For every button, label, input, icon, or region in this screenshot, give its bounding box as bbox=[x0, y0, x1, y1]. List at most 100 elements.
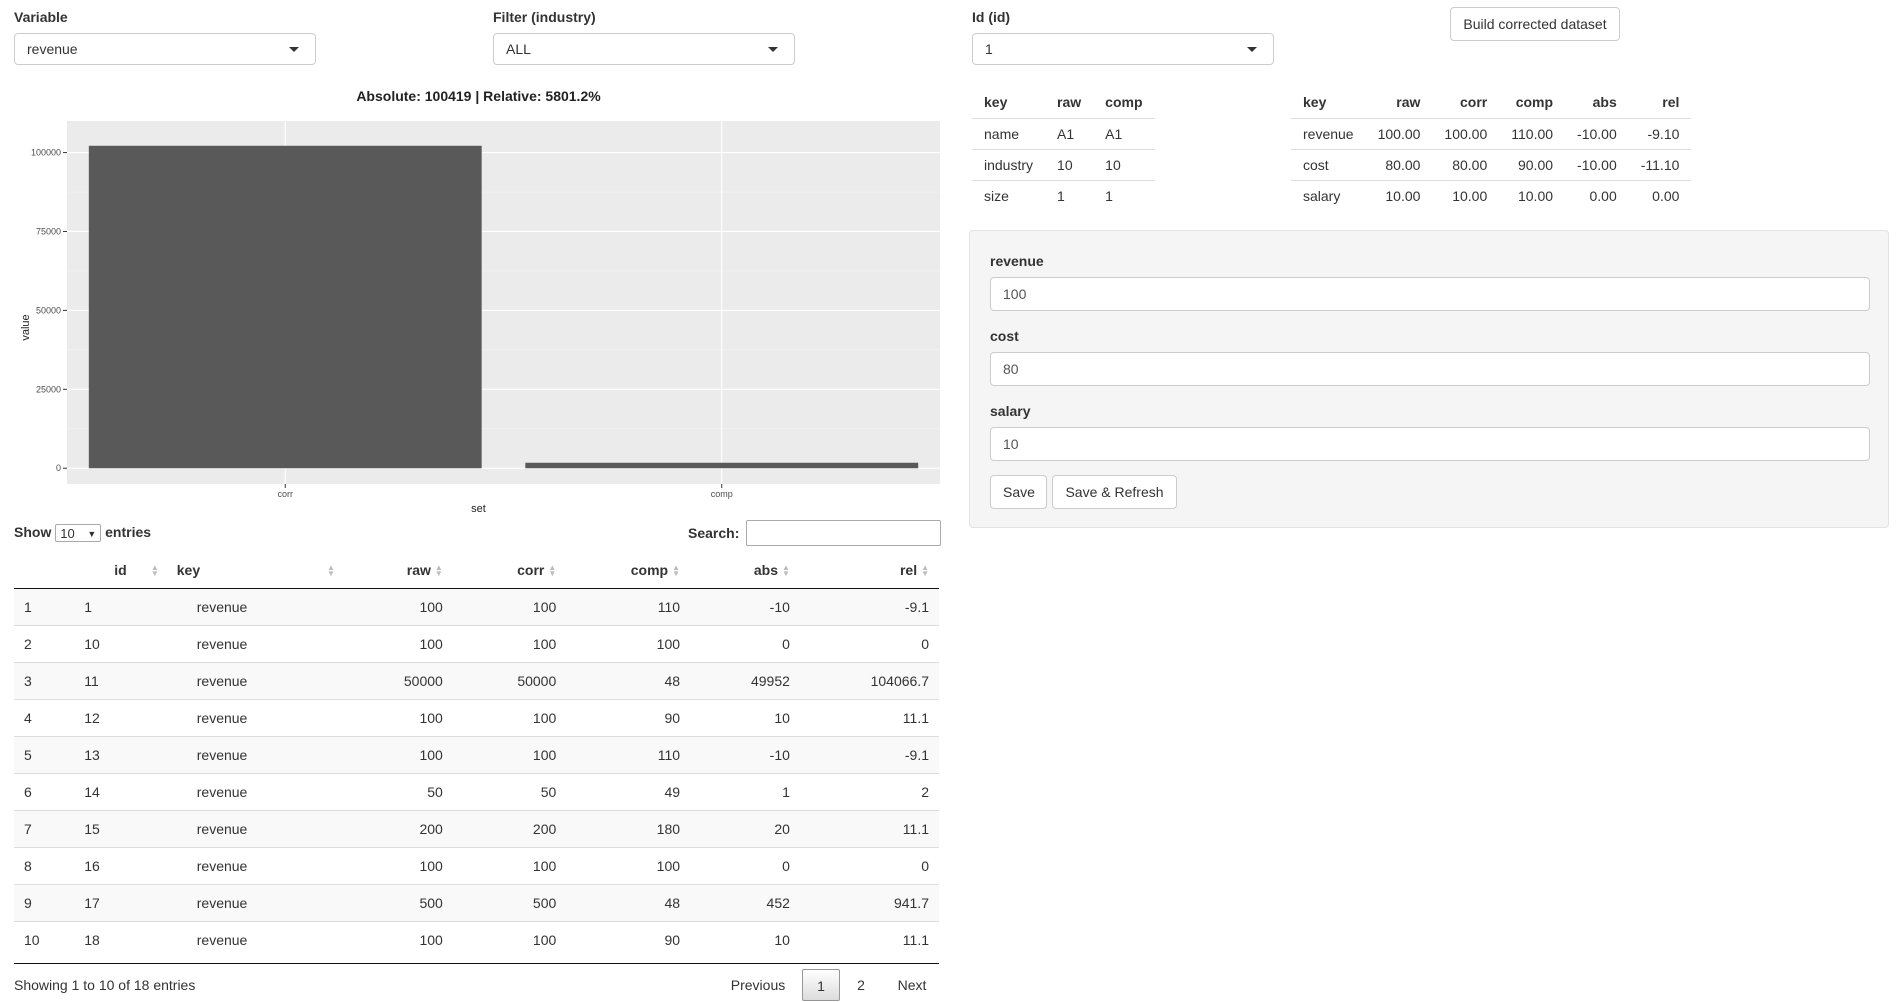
cost-input[interactable] bbox=[990, 352, 1870, 386]
variable-select[interactable]: revenue bbox=[14, 33, 316, 65]
table-cell: 100 bbox=[342, 921, 453, 958]
table-cell: 500 bbox=[452, 884, 567, 922]
meta-cell: A1 bbox=[1045, 118, 1094, 150]
value-cell: 80.00 bbox=[1432, 149, 1500, 181]
save-button[interactable]: Save bbox=[990, 475, 1047, 509]
caret-down-icon: ▼ bbox=[87, 529, 97, 540]
table-cell: 100 bbox=[342, 588, 453, 626]
table-row[interactable]: 10 18 revenue 100 100 90 10 11.1 bbox=[14, 921, 939, 958]
meta-cell: name bbox=[972, 118, 1046, 150]
table-cell: 100 bbox=[452, 625, 567, 663]
table-cell: 49 bbox=[566, 773, 691, 811]
sort-icon: ▲ ▼ bbox=[150, 563, 159, 578]
meta-cell: 10 bbox=[1093, 149, 1155, 181]
length-control: Show 10 ▼ entries bbox=[14, 522, 151, 543]
value-cell: -9.10 bbox=[1628, 118, 1692, 150]
table-cell: 7 bbox=[14, 810, 75, 848]
table-cell: 50000 bbox=[452, 662, 567, 700]
variable-label: Variable bbox=[14, 9, 68, 25]
value-cell: 10.00 bbox=[1499, 180, 1566, 211]
table-cell: 1 bbox=[690, 773, 800, 811]
table-row[interactable]: 9 17 revenue 500 500 48 452 941.7 bbox=[14, 884, 939, 922]
table-cell: 14 bbox=[74, 773, 167, 811]
show-label: Show bbox=[14, 524, 52, 540]
build-corrected-dataset-button[interactable]: Build corrected dataset bbox=[1450, 7, 1620, 41]
table-cell: 49952 bbox=[690, 662, 800, 700]
table-cell: 100 bbox=[452, 699, 567, 737]
value-header-abs: abs bbox=[1565, 86, 1629, 119]
bar-chart: Absolute: 100419 | Relative: 5801.2% 0 250… bbox=[0, 82, 955, 519]
table-row[interactable]: 5 13 revenue 100 100 110 -10 -9.1 bbox=[14, 736, 939, 774]
table-cell: revenue bbox=[166, 921, 343, 958]
column-header-id[interactable]: id ▲ ▼ bbox=[74, 552, 167, 589]
sort-icon: ▲ ▼ bbox=[781, 563, 790, 579]
chart-title: Absolute: 100419 | Relative: 5801.2% bbox=[356, 88, 601, 104]
entries-select[interactable]: 10 ▼ bbox=[55, 524, 102, 543]
table-row[interactable]: 6 14 revenue 50 50 49 1 2 bbox=[14, 773, 939, 811]
table-row[interactable]: 2 10 revenue 100 100 100 0 0 bbox=[14, 625, 939, 663]
table-cell: 50 bbox=[452, 773, 567, 811]
table-cell: 100 bbox=[566, 847, 691, 885]
table-cell: 17 bbox=[74, 884, 167, 922]
table-cell: 110 bbox=[566, 588, 691, 626]
table-cell: 0 bbox=[690, 847, 800, 885]
table-cell: 100 bbox=[342, 699, 453, 737]
table-cell: revenue bbox=[166, 736, 343, 774]
search-label: Search: bbox=[688, 525, 740, 541]
value-cell: 10.00 bbox=[1365, 180, 1433, 211]
entries-select-value: 10 bbox=[60, 526, 75, 542]
column-header-rel[interactable]: rel ▲ ▼ bbox=[799, 552, 939, 589]
column-header-comp[interactable]: comp ▲ ▼ bbox=[566, 552, 691, 589]
x-tick-label: comp bbox=[711, 489, 733, 499]
pager-next[interactable]: Next bbox=[885, 969, 939, 1001]
pager-previous[interactable]: Previous bbox=[720, 969, 796, 1001]
sort-icon: ▲ ▼ bbox=[548, 563, 557, 579]
column-header-abs[interactable]: abs ▲ ▼ bbox=[690, 552, 800, 589]
table-cell: 90 bbox=[566, 921, 691, 958]
table-row: cost 80.00 80.00 90.00 -10.00 -11.10 bbox=[1291, 149, 1692, 181]
table-cell: 11.1 bbox=[799, 810, 939, 848]
bar-comp bbox=[525, 462, 919, 469]
chevron-down-icon bbox=[289, 47, 299, 52]
table-cell: 1 bbox=[74, 588, 167, 626]
table-cell: 10 bbox=[690, 699, 800, 737]
pager-page-1[interactable]: 1 bbox=[802, 969, 840, 1001]
salary-field-label: salary bbox=[990, 403, 1031, 419]
table-row: salary 10.00 10.00 10.00 0.00 0.00 bbox=[1291, 180, 1692, 211]
table-cell: 2 bbox=[799, 773, 939, 811]
id-select[interactable]: 1 bbox=[972, 33, 1274, 65]
table-row[interactable]: 8 16 revenue 100 100 100 0 0 bbox=[14, 847, 939, 885]
table-cell: revenue bbox=[166, 773, 343, 811]
table-cell: 180 bbox=[566, 810, 691, 848]
filter-select[interactable]: ALL bbox=[493, 33, 795, 65]
table-row[interactable]: 4 12 revenue 100 100 90 10 11.1 bbox=[14, 699, 939, 737]
table-row[interactable]: 7 15 revenue 200 200 180 20 11.1 bbox=[14, 810, 939, 848]
meta-cell: size bbox=[972, 180, 1046, 211]
table-row: name A1 A1 bbox=[972, 118, 1155, 150]
table-row[interactable]: 1 1 revenue 100 100 110 -10 -9.1 bbox=[14, 588, 939, 626]
table-cell: 20 bbox=[690, 810, 800, 848]
table-cell: 90 bbox=[566, 699, 691, 737]
column-header-corr[interactable]: corr ▲ ▼ bbox=[452, 552, 567, 589]
table-cell: 3 bbox=[14, 662, 75, 700]
table-cell: 9 bbox=[14, 884, 75, 922]
table-row[interactable]: 3 11 revenue 50000 50000 48 49952 104066.7 bbox=[14, 662, 939, 700]
table-cell: 452 bbox=[690, 884, 800, 922]
table-cell: 104066.7 bbox=[799, 662, 939, 700]
metadata-table: key raw comp name A1 A1 industry 10 10 size 1 1 bbox=[972, 86, 1155, 211]
table-cell: revenue bbox=[166, 625, 343, 663]
search-input[interactable] bbox=[746, 520, 941, 546]
meta-cell: industry bbox=[972, 149, 1046, 181]
save-and-refresh-button[interactable]: Save & Refresh bbox=[1052, 475, 1177, 509]
table-cell: 100 bbox=[452, 921, 567, 958]
pager-page-2[interactable]: 2 bbox=[842, 969, 880, 1001]
salary-input[interactable] bbox=[990, 427, 1870, 461]
revenue-input[interactable] bbox=[990, 277, 1870, 311]
sort-icon: ▲ ▼ bbox=[327, 563, 335, 578]
column-header-key[interactable]: key ▲ ▼ bbox=[166, 552, 343, 589]
value-header-comp: comp bbox=[1499, 86, 1566, 119]
sort-icon: ▲ ▼ bbox=[434, 563, 443, 579]
column-header-raw[interactable]: raw ▲ ▼ bbox=[342, 552, 453, 589]
table-cell: 48 bbox=[566, 662, 691, 700]
value-cell: 100.00 bbox=[1365, 118, 1433, 150]
